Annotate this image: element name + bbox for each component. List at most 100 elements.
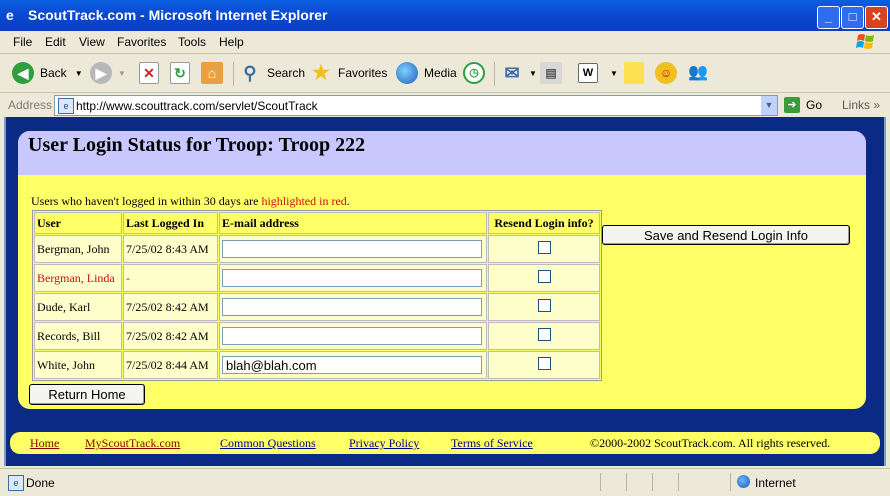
ie-page-icon: e: [58, 98, 74, 114]
last-logged-in: 7/25/02 8:43 AM: [123, 235, 218, 263]
resend-checkbox[interactable]: [537, 327, 551, 341]
back-button[interactable]: ◀ Back ▼: [12, 60, 83, 86]
links-toolbar[interactable]: Links »: [842, 98, 880, 112]
stop-button[interactable]: ✕: [139, 60, 165, 86]
home-button[interactable]: ⌂: [201, 60, 229, 86]
go-button[interactable]: ➜ Go: [784, 97, 822, 113]
back-dropdown-icon[interactable]: ▼: [75, 69, 83, 78]
last-logged-in: -: [123, 264, 218, 292]
messenger-button[interactable]: 👥: [687, 60, 715, 86]
status-divider: [730, 473, 731, 491]
email-field[interactable]: [222, 356, 482, 374]
mail-dropdown-icon[interactable]: ▼: [529, 69, 537, 78]
table-header-row: User Last Logged In E-mail address Resen…: [34, 212, 600, 234]
history-icon: ◷: [463, 62, 485, 84]
panel-header: User Login Status for Troop: Troop 222: [18, 131, 866, 175]
maximize-button[interactable]: □: [841, 6, 864, 29]
user-name: Bergman, Linda: [34, 264, 122, 292]
menu-file[interactable]: File: [13, 35, 32, 49]
refresh-button[interactable]: ↻: [170, 60, 196, 86]
footer-link-terms[interactable]: Terms of Service: [451, 436, 533, 451]
menu-bar: File Edit View Favorites Tools Help: [0, 31, 890, 54]
toolbar-separator: [494, 62, 495, 86]
status-divider: [678, 473, 679, 491]
messenger-bonus-button[interactable]: ☺: [655, 60, 683, 86]
table-row: Records, Bill 7/25/02 8:42 AM: [34, 322, 600, 350]
address-label: Address: [8, 98, 53, 112]
column-header-user: User: [34, 212, 122, 234]
internet-zone-icon: [737, 475, 750, 488]
menu-view[interactable]: View: [79, 35, 105, 49]
email-field[interactable]: [222, 298, 482, 316]
minimize-button[interactable]: _: [817, 6, 840, 29]
status-divider: [600, 473, 601, 491]
favorites-button[interactable]: ★ Favorites: [310, 60, 387, 86]
edit-button[interactable]: W ▼: [578, 60, 618, 86]
forward-arrow-icon: ▶: [90, 62, 112, 84]
search-button[interactable]: ⚲ Search: [239, 60, 305, 86]
resend-checkbox[interactable]: [537, 356, 551, 370]
forward-dropdown-icon[interactable]: ▼: [118, 69, 126, 78]
user-login-table: User Last Logged In E-mail address Resen…: [32, 210, 602, 381]
last-logged-in: 7/25/02 8:44 AM: [123, 351, 218, 379]
table-row: Bergman, Linda -: [34, 264, 600, 292]
last-logged-in: 7/25/02 8:42 AM: [123, 293, 218, 321]
footer-link-privacy[interactable]: Privacy Policy: [349, 436, 419, 451]
media-icon: [396, 62, 418, 84]
ie-page-icon: e: [8, 475, 24, 491]
address-dropdown-icon[interactable]: ▼: [761, 96, 777, 115]
history-button[interactable]: ◷: [463, 60, 491, 86]
menu-edit[interactable]: Edit: [45, 35, 66, 49]
address-url[interactable]: http://www.scouttrack.com/servlet/ScoutT…: [76, 99, 318, 113]
notice-highlight: highlighted in red: [261, 194, 347, 208]
media-button[interactable]: Media: [396, 60, 457, 86]
table-row: Dude, Karl 7/25/02 8:42 AM: [34, 293, 600, 321]
mail-icon: ✉: [504, 63, 520, 83]
favorites-star-icon: ★: [312, 62, 330, 84]
email-field[interactable]: [222, 327, 482, 345]
copyright: ©2000-2002 ScoutTrack.com. All rights re…: [590, 436, 831, 450]
messenger-people-icon: 👥: [688, 64, 708, 81]
status-divider: [626, 473, 627, 491]
table-row: White, John 7/25/02 8:44 AM: [34, 351, 600, 379]
print-icon: ▤: [540, 62, 562, 84]
save-and-resend-button[interactable]: Save and Resend Login Info: [602, 225, 850, 245]
search-icon: ⚲: [243, 63, 257, 83]
address-input[interactable]: e http://www.scouttrack.com/servlet/Scou…: [54, 95, 778, 116]
email-field[interactable]: [222, 269, 482, 287]
resend-checkbox[interactable]: [537, 269, 551, 283]
menu-help[interactable]: Help: [219, 35, 244, 49]
edit-icon: W: [578, 63, 598, 83]
email-field[interactable]: [222, 240, 482, 258]
login-status-panel: User Login Status for Troop: Troop 222 U…: [18, 131, 866, 409]
forward-button[interactable]: ▶ ▼: [90, 60, 126, 86]
last-logged-in: 7/25/02 8:42 AM: [123, 322, 218, 350]
window-title: ScoutTrack.com - Microsoft Internet Expl…: [28, 7, 328, 23]
footer-link-myscouttrack[interactable]: MyScoutTrack.com: [85, 436, 180, 451]
close-button[interactable]: ✕: [865, 6, 888, 29]
ie-page-icon: e: [6, 7, 14, 23]
print-button[interactable]: ▤: [540, 60, 568, 86]
menu-favorites[interactable]: Favorites: [117, 35, 166, 49]
go-arrow-icon: ➜: [784, 97, 800, 113]
footer-link-questions[interactable]: Common Questions: [220, 436, 316, 451]
refresh-icon: ↻: [170, 62, 190, 84]
discuss-button[interactable]: [624, 60, 650, 86]
title-bar: e ScoutTrack.com - Microsoft Internet Ex…: [0, 0, 890, 31]
table-row: Bergman, John 7/25/02 8:43 AM: [34, 235, 600, 263]
toolbar: ◀ Back ▼ ▶ ▼ ✕ ↻ ⌂ ⚲ Search ★ Favorites …: [0, 54, 890, 93]
menu-tools[interactable]: Tools: [178, 35, 206, 49]
column-header-last-logged: Last Logged In: [123, 212, 218, 234]
back-arrow-icon: ◀: [12, 62, 34, 84]
notice-text: Users who haven't logged in within 30 da…: [31, 194, 350, 208]
resend-checkbox[interactable]: [537, 240, 551, 254]
resend-checkbox[interactable]: [537, 298, 551, 312]
return-home-button[interactable]: Return Home: [29, 384, 145, 405]
toolbar-separator: [233, 62, 234, 86]
mail-button[interactable]: ✉ ▼: [501, 60, 537, 86]
status-divider: [652, 473, 653, 491]
discuss-icon: [624, 62, 644, 84]
footer-link-home[interactable]: Home: [30, 436, 59, 451]
edit-dropdown-icon[interactable]: ▼: [610, 69, 618, 78]
windows-flag-icon: [856, 34, 874, 49]
